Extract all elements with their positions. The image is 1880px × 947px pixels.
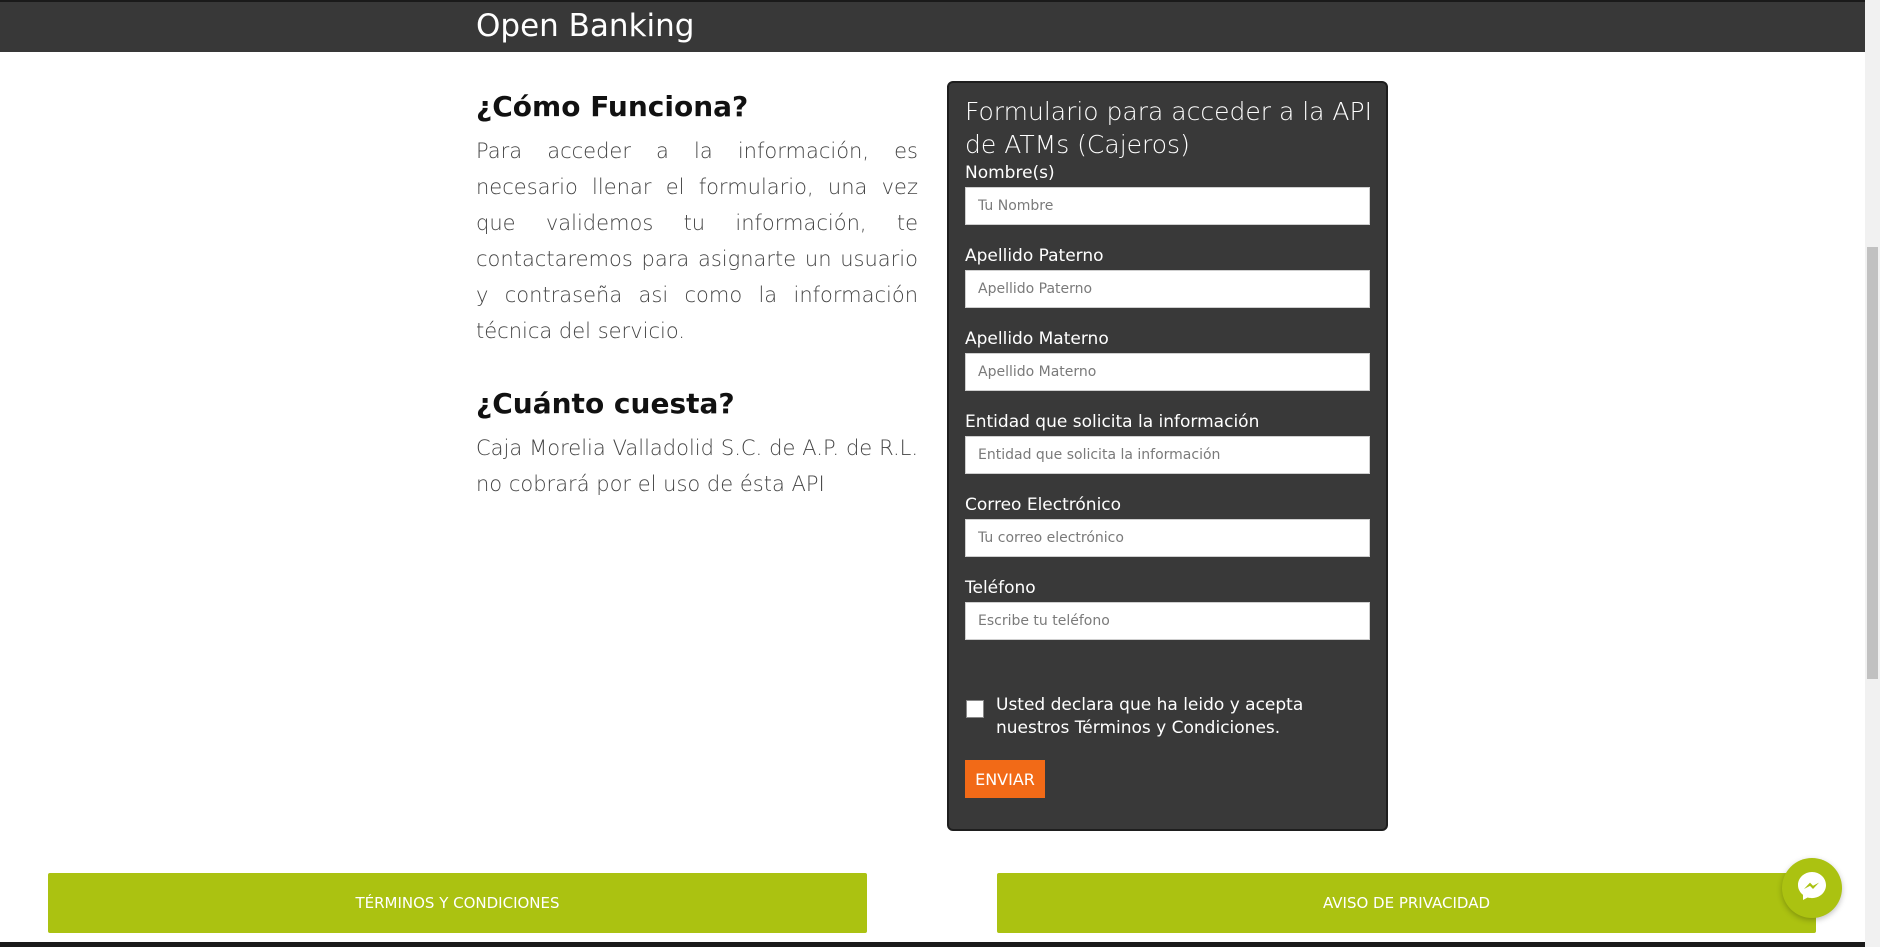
cost-text: Caja Morelia Valladolid S.C. de A.P. de … (476, 436, 918, 496)
scrollbar-thumb[interactable] (1867, 247, 1878, 679)
page-title: Open Banking (476, 8, 695, 44)
first-name-input[interactable] (965, 187, 1370, 225)
paternal-surname-label: Apellido Paterno (965, 246, 1104, 266)
phone-label: Teléfono (965, 578, 1036, 598)
paternal-surname-input[interactable] (965, 270, 1370, 308)
top-header-bar: Open Banking (0, 0, 1865, 52)
bottom-divider (0, 942, 1865, 947)
messenger-chat-button[interactable] (1782, 858, 1842, 918)
how-it-works-text: Para acceder a la información, es necesa… (476, 139, 918, 343)
submit-button[interactable]: ENVIAR (965, 760, 1045, 798)
how-it-works-heading: ¿Cómo Funciona? (476, 90, 749, 123)
page-scrollbar[interactable] (1865, 0, 1880, 947)
cost-heading: ¿Cuánto cuesta? (476, 387, 735, 420)
info-column: ¿Cómo Funciona? Para acceder a la inform… (476, 90, 918, 502)
maternal-surname-label: Apellido Materno (965, 329, 1109, 349)
privacy-notice-button[interactable]: AVISO DE PRIVACIDAD (997, 873, 1816, 933)
form-title: Formulario para acceder a la API de ATMs… (965, 97, 1372, 159)
entity-input[interactable] (965, 436, 1370, 474)
messenger-icon (1795, 869, 1829, 908)
api-access-form: Formulario para acceder a la API de ATMs… (947, 81, 1388, 831)
terms-checkbox[interactable] (966, 700, 984, 718)
terms-and-conditions-button[interactable]: TÉRMINOS Y CONDICIONES (48, 873, 867, 933)
entity-label: Entidad que solicita la información (965, 412, 1260, 432)
terms-acceptance-text: Usted declara que ha leido y acepta nues… (996, 695, 1304, 738)
maternal-surname-input[interactable] (965, 353, 1370, 391)
phone-input[interactable] (965, 602, 1370, 640)
email-label: Correo Electrónico (965, 495, 1122, 515)
email-input[interactable] (965, 519, 1370, 557)
first-name-label: Nombre(s) (965, 163, 1055, 183)
